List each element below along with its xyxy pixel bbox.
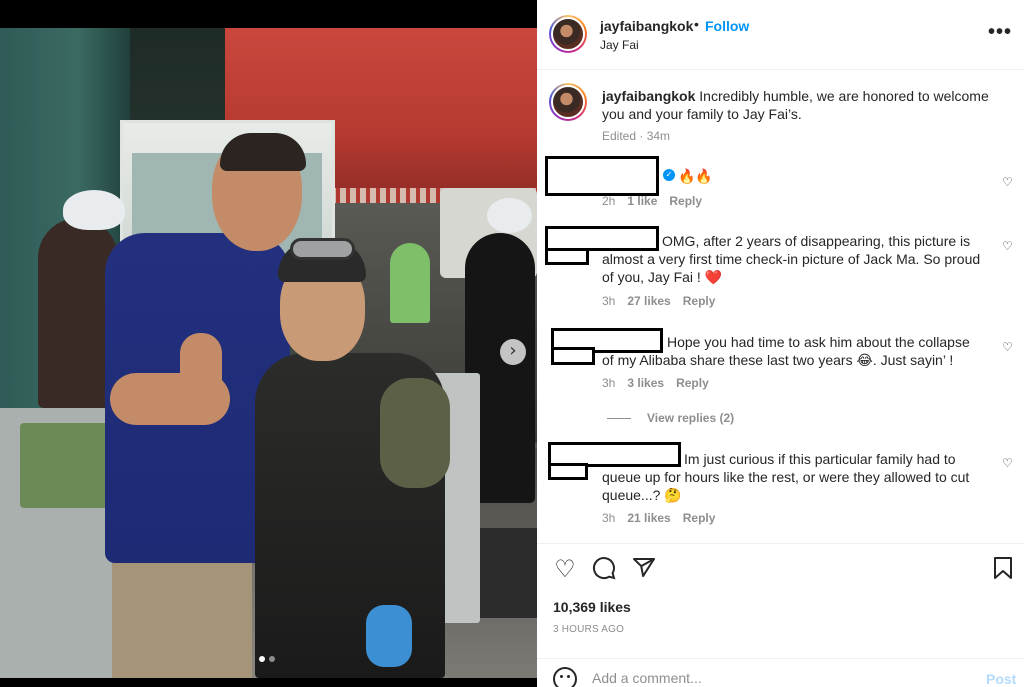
comment-meta: 2h 1 like Reply bbox=[602, 194, 702, 208]
comment-icon[interactable] bbox=[591, 556, 617, 582]
carousel-dot-2[interactable] bbox=[269, 656, 275, 662]
photo-woman-goggles bbox=[290, 238, 355, 260]
comment-likes[interactable]: 27 likes bbox=[627, 294, 670, 308]
comment-meta: 3h 3 likes Reply bbox=[602, 376, 709, 390]
header-username[interactable]: jayfaibangkok bbox=[600, 18, 693, 34]
comment-input[interactable] bbox=[592, 670, 972, 686]
comment-time: 3h bbox=[602, 376, 616, 390]
verified-badge-icon: ✓ bbox=[663, 169, 675, 181]
view-replies-line bbox=[607, 417, 631, 419]
comment-like-heart-icon[interactable]: ♡ bbox=[1002, 341, 1014, 353]
photo-man-legs bbox=[112, 548, 252, 678]
photo-thumbs-up bbox=[180, 333, 222, 413]
post-button[interactable]: Post bbox=[986, 671, 1016, 687]
redacted-avatar bbox=[548, 463, 588, 480]
comment-meta: 3h 21 likes Reply bbox=[602, 511, 715, 525]
comment-like-heart-icon[interactable]: ♡ bbox=[1002, 457, 1014, 469]
redacted-avatar bbox=[545, 248, 589, 265]
redacted-avatar bbox=[551, 347, 595, 365]
post-photo[interactable]: › bbox=[0, 0, 537, 687]
heart-icon[interactable]: ♡ bbox=[552, 556, 578, 582]
add-comment-bar: Post bbox=[537, 658, 1024, 687]
photo-customer bbox=[390, 243, 430, 323]
comments-list[interactable]: jayfaibangkok Incredibly humble, we are … bbox=[537, 70, 1024, 542]
avatar[interactable] bbox=[549, 15, 587, 53]
bookmark-icon[interactable] bbox=[990, 556, 1016, 582]
caption-edited: Edited bbox=[602, 129, 637, 143]
carousel-dot-1[interactable] bbox=[259, 656, 265, 662]
post-time[interactable]: 3 HOURS AGO bbox=[553, 624, 624, 635]
carousel-dots bbox=[259, 656, 275, 662]
comment-likes[interactable]: 21 likes bbox=[627, 511, 670, 525]
reply-button[interactable]: Reply bbox=[669, 194, 702, 208]
caption-time: 34m bbox=[646, 129, 671, 143]
view-replies-label[interactable]: View replies (2) bbox=[647, 411, 734, 425]
likes-count[interactable]: 10,369 likes bbox=[553, 599, 631, 615]
comment-time: 2h bbox=[602, 194, 616, 208]
post-actions: ♡ 10,369 likes 3 HOURS AGO bbox=[537, 543, 1024, 658]
follow-button[interactable]: Follow bbox=[705, 18, 749, 34]
caption-username[interactable]: jayfaibangkok bbox=[602, 88, 695, 104]
comment-time: 3h bbox=[602, 511, 616, 525]
photo-woman-glove bbox=[366, 605, 412, 667]
photo-worker-left-cap bbox=[63, 190, 125, 230]
comment-meta: 3h 27 likes Reply bbox=[602, 294, 715, 308]
comment-text: 🔥🔥 bbox=[678, 168, 713, 184]
redacted-username bbox=[545, 156, 659, 196]
comment-likes[interactable]: 1 like bbox=[627, 194, 657, 208]
photo-worker-right-cap bbox=[487, 198, 532, 233]
comment-like-heart-icon[interactable]: ♡ bbox=[1002, 176, 1014, 188]
photo-man-hair bbox=[220, 133, 306, 171]
reply-button[interactable]: Reply bbox=[676, 376, 709, 390]
caption-body: jayfaibangkok Incredibly humble, we are … bbox=[602, 87, 992, 123]
send-icon[interactable] bbox=[631, 556, 657, 582]
reply-button[interactable]: Reply bbox=[683, 511, 716, 525]
header-separator: • bbox=[694, 16, 699, 32]
comment-text: Hope you had time to ask him about the c… bbox=[602, 334, 970, 368]
comment-likes[interactable]: 3 likes bbox=[627, 376, 664, 390]
more-horizontal-icon[interactable]: ••• bbox=[988, 22, 1012, 42]
reply-button[interactable]: Reply bbox=[683, 294, 716, 308]
chevron-right-icon[interactable]: › bbox=[500, 339, 526, 365]
emoji-icon[interactable] bbox=[553, 667, 577, 687]
comment-text: Im just curious if this particular famil… bbox=[602, 451, 970, 503]
post-details-panel: jayfaibangkok • Follow Jay Fai ••• jayfa… bbox=[537, 0, 1024, 687]
comment-time: 3h bbox=[602, 294, 616, 308]
photo-scene bbox=[0, 28, 537, 678]
photo-woman-sleeve bbox=[380, 378, 450, 488]
header-subtitle: Jay Fai bbox=[600, 38, 639, 52]
caption-avatar[interactable] bbox=[549, 83, 587, 121]
post-header: jayfaibangkok • Follow Jay Fai ••• bbox=[537, 0, 1024, 70]
view-replies-button[interactable]: View replies (2) bbox=[607, 411, 734, 425]
caption-meta: Edited · 34m bbox=[602, 129, 671, 143]
comment-like-heart-icon[interactable]: ♡ bbox=[1002, 240, 1014, 252]
comment-text: OMG, after 2 years of disappearing, this… bbox=[602, 233, 981, 285]
